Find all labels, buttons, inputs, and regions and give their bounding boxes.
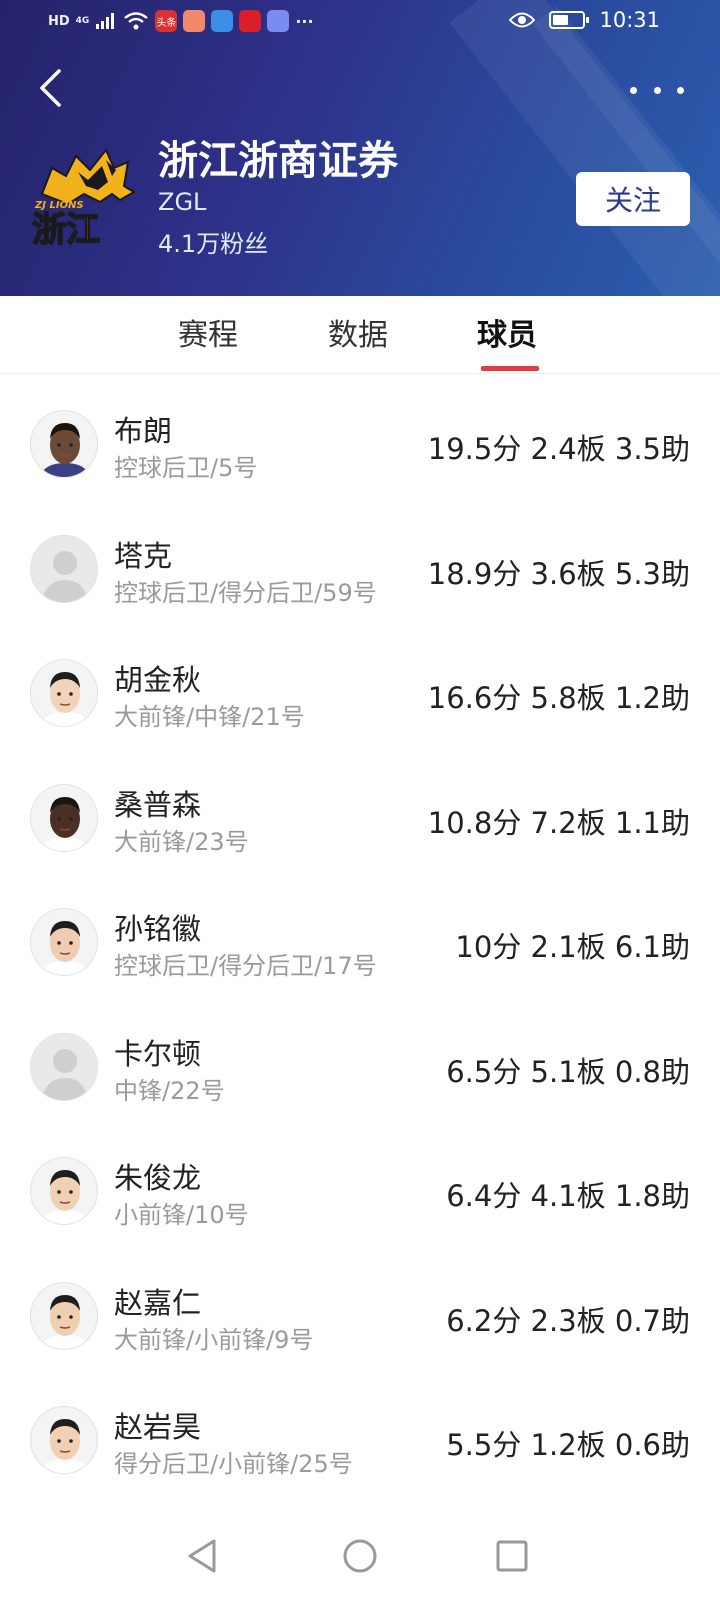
heart-app-icon	[239, 10, 262, 32]
status-bar: HD 4G 头条 ··· 10:31	[0, 0, 720, 46]
player-position: 中锋/22号	[114, 1076, 225, 1105]
player-position: 大前锋/23号	[114, 827, 249, 856]
player-photo-icon	[31, 909, 97, 975]
nav-back-button[interactable]	[176, 1530, 228, 1582]
clock: 10:31	[599, 8, 660, 32]
player-avatar	[30, 1157, 98, 1225]
active-tab-indicator	[481, 366, 539, 371]
orange-app-icon	[183, 10, 206, 32]
signal-icon	[96, 13, 115, 29]
player-avatar	[30, 1406, 98, 1474]
player-position: 控球后卫/得分后卫/17号	[114, 952, 377, 980]
nav-recents-button[interactable]	[486, 1530, 538, 1582]
player-position: 大前锋/中锋/21号	[114, 703, 305, 731]
player-position: 控球后卫/得分后卫/59号	[114, 578, 377, 607]
square-recents-icon	[496, 1540, 528, 1572]
toutiao-icon: 头条	[155, 10, 178, 32]
player-row[interactable]: 朱俊龙小前锋/10号 6.4分 4.1板 1.8助	[0, 1133, 720, 1260]
system-navigation-bar	[0, 1516, 720, 1600]
default-avatar-icon	[31, 1033, 97, 1100]
player-position: 大前锋/小前锋/9号	[114, 1325, 314, 1354]
wifi-icon	[124, 12, 149, 30]
player-name: 赵岩昊	[114, 1410, 202, 1444]
player-avatar	[30, 1032, 98, 1101]
player-stats: 6.4分 4.1板 1.8助	[446, 1179, 690, 1213]
player-row[interactable]: 孙铭徽控球后卫/得分后卫/17号 10分 2.1板 6.1助	[0, 884, 720, 1011]
player-name: 朱俊龙	[114, 1161, 202, 1195]
status-bar-right: 10:31	[509, 8, 660, 32]
player-avatar	[30, 908, 98, 976]
player-row[interactable]: 卡尔顿中锋/22号 6.5分 5.1板 0.8助	[0, 1009, 720, 1136]
eye-icon	[509, 12, 536, 28]
player-stats: 19.5分 2.4板 3.5助	[427, 432, 690, 466]
player-avatar	[30, 659, 98, 727]
player-stats: 5.5分 1.2板 0.6助	[446, 1428, 690, 1462]
player-position: 小前锋/10号	[114, 1201, 249, 1229]
player-stats: 6.5分 5.1板 0.8助	[446, 1054, 690, 1089]
player-avatar	[30, 783, 98, 852]
player-photo-icon	[31, 1282, 97, 1349]
tab-stats[interactable]: 数据	[328, 310, 388, 354]
more-options-button[interactable]	[630, 70, 684, 110]
player-name: 孙铭徽	[114, 912, 202, 946]
player-position: 得分后卫/小前锋/25号	[114, 1450, 353, 1478]
chevron-left-icon	[40, 69, 61, 107]
team-league: ZGL	[158, 188, 207, 216]
fan-count: 4.1万粉丝	[158, 230, 269, 258]
player-name: 塔克	[114, 538, 173, 573]
player-row[interactable]: 塔克控球后卫/得分后卫/59号 18.9分 3.6板 5.3助	[0, 511, 720, 638]
team-logo: ZJ LIONS 浙江	[28, 146, 138, 251]
player-row[interactable]: 胡金秋大前锋/中锋/21号 16.6分 5.8板 1.2助	[0, 635, 720, 762]
player-stats: 10分 2.1板 6.1助	[455, 930, 690, 964]
default-avatar-icon	[31, 535, 97, 602]
more-notifications-icon: ···	[295, 11, 314, 31]
circle-home-icon	[343, 1539, 377, 1573]
player-row[interactable]: 赵嘉仁大前锋/小前锋/9号 6.2分 2.3板 0.7助	[0, 1258, 720, 1385]
tab-players[interactable]: 球员	[477, 310, 537, 354]
player-photo-icon	[31, 784, 97, 851]
player-position: 控球后卫/5号	[114, 454, 258, 482]
team-name: 浙江浙商证券	[158, 138, 398, 184]
dot	[677, 86, 684, 94]
player-name: 赵嘉仁	[114, 1285, 202, 1320]
player-row[interactable]: 桑普森大前锋/23号 10.8分 7.2板 1.1助	[0, 760, 720, 887]
player-stats: 6.2分 2.3板 0.7助	[446, 1303, 690, 1338]
follow-button[interactable]: 关注	[576, 172, 690, 226]
tab-bar: 赛程 数据 球员	[0, 296, 720, 374]
team-header: HD 4G 头条 ··· 10:31 ZJ LIONS 浙江 浙江浙商证券 ZG…	[0, 0, 720, 296]
network-type: HD	[48, 13, 70, 29]
tab-schedule[interactable]: 赛程	[178, 310, 238, 354]
battery-icon	[549, 11, 590, 29]
cloud-icon	[211, 10, 234, 32]
player-name: 布朗	[114, 414, 173, 448]
status-bar-left: HD 4G 头条 ···	[48, 10, 314, 32]
player-name: 桑普森	[114, 787, 202, 822]
dot	[630, 86, 637, 94]
player-name: 胡金秋	[114, 663, 202, 697]
player-stats: 16.6分 5.8板 1.2助	[427, 681, 690, 715]
player-stats: 10.8分 7.2板 1.1助	[427, 805, 690, 840]
player-avatar	[30, 534, 98, 603]
nav-home-button[interactable]	[334, 1530, 386, 1582]
player-avatar	[30, 1281, 98, 1350]
logo-text: 浙江	[32, 210, 100, 246]
player-row[interactable]: 布朗控球后卫/5号 19.5分 2.4板 3.5助	[0, 386, 720, 513]
player-photo-icon	[31, 1407, 97, 1473]
player-name: 卡尔顿	[114, 1036, 202, 1071]
player-row[interactable]: 赵岩昊得分后卫/小前锋/25号 5.5分 1.2板 0.6助	[0, 1382, 720, 1509]
dot	[653, 86, 661, 94]
player-photo-icon	[31, 1158, 97, 1224]
triangle-back-icon	[188, 1539, 216, 1573]
music-icon	[267, 10, 290, 32]
back-button[interactable]	[28, 64, 72, 112]
player-stats: 18.9分 3.6板 5.3助	[427, 556, 690, 591]
player-photo-icon	[31, 660, 97, 726]
player-photo-icon	[31, 411, 97, 477]
player-avatar	[30, 410, 98, 478]
signal-type: 4G	[75, 16, 90, 26]
